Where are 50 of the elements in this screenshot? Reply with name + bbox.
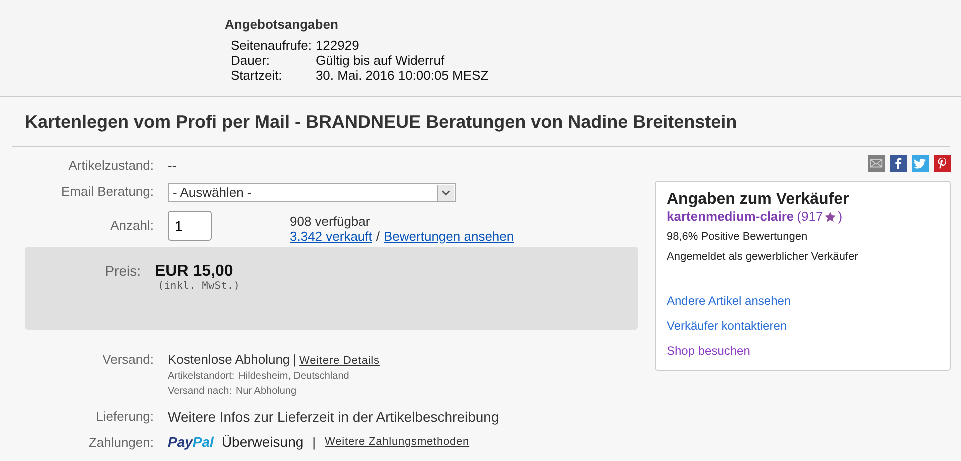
payment-methods-link[interactable]: Weitere Zahlungsmethoden [325, 436, 470, 448]
star-icon [824, 210, 838, 224]
feedback-score-end: ) [838, 209, 843, 225]
location-label: Artikelstandort: [168, 371, 235, 382]
ships-to-value: Nur Abholung [236, 386, 297, 397]
info-value: 122929 [316, 38, 360, 53]
seller-name-link[interactable]: kartenmedium-claire [667, 209, 794, 225]
facebook-icon[interactable] [890, 155, 907, 172]
delivery-info: Weitere Infos zur Lieferzeit in der Artikelbeschreibung [168, 409, 500, 425]
pinterest-icon[interactable] [934, 155, 951, 172]
location-value: Hildesheim, Deutschland [238, 371, 350, 382]
info-label: Startzeit: [231, 68, 284, 83]
shipping-value: Kostenlose Abholung [168, 352, 290, 367]
separator-text: | [312, 434, 316, 450]
quantity-field[interactable]: 1 [168, 211, 212, 241]
details-link[interactable]: Weitere Details [300, 355, 380, 367]
tax-note: (inkl. MwSt.) [158, 281, 240, 292]
payment-method: Überweisung [222, 434, 304, 450]
seller-link[interactable]: Shop besuchen [667, 339, 750, 364]
availability-text: 908 verfügbar [290, 214, 372, 229]
info-value: 30. Mai. 2016 10:00:05 MESZ [316, 68, 489, 83]
paypal-logo: PayPal [168, 434, 214, 450]
field-label: Preis: [104, 263, 141, 281]
field-label: Zahlungen: [88, 434, 154, 450]
field-label: Lieferung: [95, 409, 154, 424]
field-label: Artikelzustand: [68, 158, 154, 173]
field-label: Versand: [102, 352, 154, 367]
reviews-link[interactable]: Bewertungen ansehen [384, 229, 514, 244]
seller-heading: Angaben zum Verkäufer [667, 191, 850, 209]
seller-link[interactable]: Verkäufer kontaktieren [667, 314, 788, 339]
info-label: Dauer: [231, 53, 272, 68]
twitter-icon[interactable] [912, 155, 929, 172]
sold-link[interactable]: 3.342 verkauft [290, 229, 372, 244]
section-heading: Angebotsangaben [225, 17, 340, 32]
item-title: Kartenlegen vom Profi per Mail - BRANDNEUE Beratungen von Nadine Breitenstein [25, 111, 738, 133]
seller-type: Angemeldet als gewerblicher Verkäufer [667, 250, 858, 265]
field-label: Email Beratung: [60, 183, 154, 199]
info-value: Gültig bis auf Widerruf [316, 53, 446, 68]
variant-dropdown[interactable]: - Auswählen - [168, 183, 456, 202]
field-label: Anzahl: [110, 217, 154, 233]
price-value: EUR 15,00 [155, 263, 234, 281]
separator-text: | [293, 352, 297, 367]
info-label: Seitenaufrufe: [231, 38, 312, 53]
seller-link[interactable]: Andere Artikel ansehen [667, 289, 792, 314]
ships-to-label: Versand nach: [168, 386, 232, 397]
condition-value: -- [168, 158, 177, 173]
caret-icon[interactable] [437, 184, 454, 200]
positive-rating: 98,6% Positive Bewertungen [667, 230, 808, 245]
feedback-score: (917 [797, 209, 824, 225]
separator-text: / [376, 229, 380, 244]
